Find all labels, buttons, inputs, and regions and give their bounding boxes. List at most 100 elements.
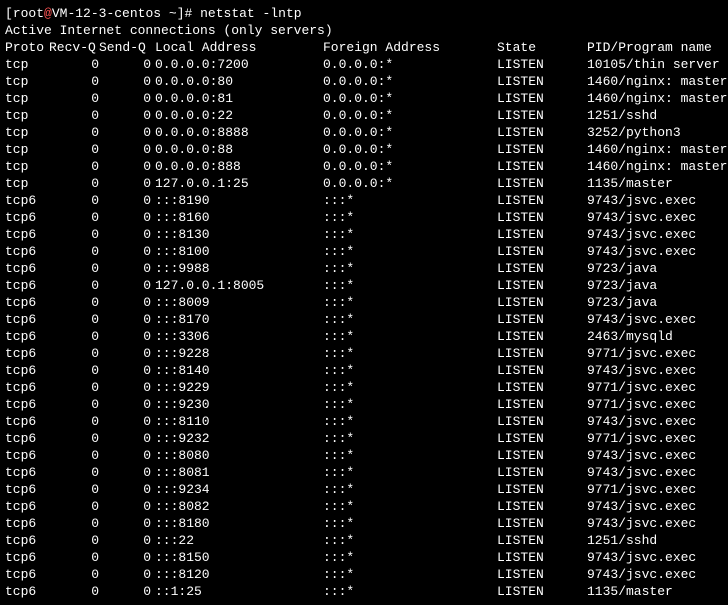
cell-state: LISTEN bbox=[497, 583, 587, 600]
cell-sendq: 0 bbox=[99, 294, 151, 311]
cell-sendq: 0 bbox=[99, 515, 151, 532]
table-row: tcp600:::8081:::*LISTEN9743/jsvc.exec bbox=[5, 464, 723, 481]
table-row: tcp600::1:25:::*LISTEN1135/master bbox=[5, 583, 723, 600]
col-sendq-header: Send-Q bbox=[99, 39, 151, 56]
col-recvq-header: Recv-Q bbox=[49, 39, 99, 56]
cell-pid: 9743/jsvc.exec bbox=[587, 209, 696, 226]
cell-foreign: :::* bbox=[323, 515, 497, 532]
cell-sendq: 0 bbox=[99, 56, 151, 73]
cell-sendq: 0 bbox=[99, 277, 151, 294]
cell-pid: 2463/mysqld bbox=[587, 328, 673, 345]
cell-state: LISTEN bbox=[497, 260, 587, 277]
cell-local: :::9232 bbox=[151, 430, 323, 447]
cell-proto: tcp6 bbox=[5, 583, 49, 600]
cell-pid: 9771/jsvc.exec bbox=[587, 430, 696, 447]
cell-foreign: 0.0.0.0:* bbox=[323, 175, 497, 192]
table-row: tcp600:::8170:::*LISTEN9743/jsvc.exec bbox=[5, 311, 723, 328]
cell-local: :::8140 bbox=[151, 362, 323, 379]
cell-state: LISTEN bbox=[497, 311, 587, 328]
cell-sendq: 0 bbox=[99, 379, 151, 396]
header-active: Active Internet connections (only server… bbox=[5, 22, 723, 39]
cell-foreign: 0.0.0.0:* bbox=[323, 107, 497, 124]
cell-proto: tcp6 bbox=[5, 328, 49, 345]
cell-sendq: 0 bbox=[99, 73, 151, 90]
cell-state: LISTEN bbox=[497, 124, 587, 141]
cell-recvq: 0 bbox=[49, 362, 99, 379]
cell-local: :::8009 bbox=[151, 294, 323, 311]
cell-state: LISTEN bbox=[497, 379, 587, 396]
cell-foreign: :::* bbox=[323, 328, 497, 345]
prompt-line[interactable]: [root@VM-12-3-centos ~]# netstat -lntp bbox=[5, 5, 723, 22]
cell-pid: 1251/sshd bbox=[587, 532, 657, 549]
at-icon: @ bbox=[44, 6, 52, 21]
cell-recvq: 0 bbox=[49, 515, 99, 532]
cell-pid: 9743/jsvc.exec bbox=[587, 226, 696, 243]
cell-recvq: 0 bbox=[49, 243, 99, 260]
cell-state: LISTEN bbox=[497, 515, 587, 532]
cell-local: :::22 bbox=[151, 532, 323, 549]
table-row: tcp600:::8082:::*LISTEN9743/jsvc.exec bbox=[5, 498, 723, 515]
cell-state: LISTEN bbox=[497, 481, 587, 498]
cell-recvq: 0 bbox=[49, 396, 99, 413]
cell-sendq: 0 bbox=[99, 158, 151, 175]
col-proto-header: Proto bbox=[5, 39, 49, 56]
cell-state: LISTEN bbox=[497, 464, 587, 481]
cell-recvq: 0 bbox=[49, 345, 99, 362]
cell-recvq: 0 bbox=[49, 430, 99, 447]
cell-sendq: 0 bbox=[99, 260, 151, 277]
cell-foreign: :::* bbox=[323, 549, 497, 566]
cell-foreign: 0.0.0.0:* bbox=[323, 90, 497, 107]
col-local-header: Local Address bbox=[151, 39, 323, 56]
cell-local: :::9988 bbox=[151, 260, 323, 277]
cell-state: LISTEN bbox=[497, 90, 587, 107]
cell-local: 0.0.0.0:22 bbox=[151, 107, 323, 124]
cell-sendq: 0 bbox=[99, 107, 151, 124]
cell-foreign: 0.0.0.0:* bbox=[323, 56, 497, 73]
cell-foreign: :::* bbox=[323, 464, 497, 481]
col-pid-header: PID/Program name bbox=[587, 39, 712, 56]
cell-foreign: :::* bbox=[323, 192, 497, 209]
cell-state: LISTEN bbox=[497, 447, 587, 464]
table-row: tcp600:::8160:::*LISTEN9743/jsvc.exec bbox=[5, 209, 723, 226]
cell-foreign: :::* bbox=[323, 260, 497, 277]
cell-recvq: 0 bbox=[49, 192, 99, 209]
cell-sendq: 0 bbox=[99, 345, 151, 362]
cell-pid: 9723/java bbox=[587, 260, 657, 277]
cell-proto: tcp6 bbox=[5, 209, 49, 226]
cell-state: LISTEN bbox=[497, 141, 587, 158]
cell-recvq: 0 bbox=[49, 464, 99, 481]
cell-local: :::3306 bbox=[151, 328, 323, 345]
cell-pid: 9723/java bbox=[587, 277, 657, 294]
cell-foreign: :::* bbox=[323, 345, 497, 362]
cell-proto: tcp6 bbox=[5, 430, 49, 447]
cell-sendq: 0 bbox=[99, 328, 151, 345]
cell-proto: tcp bbox=[5, 56, 49, 73]
cell-local: :::8082 bbox=[151, 498, 323, 515]
cell-proto: tcp bbox=[5, 73, 49, 90]
cell-recvq: 0 bbox=[49, 124, 99, 141]
cell-recvq: 0 bbox=[49, 141, 99, 158]
cell-sendq: 0 bbox=[99, 311, 151, 328]
cell-local: :::8081 bbox=[151, 464, 323, 481]
cell-local: :::8190 bbox=[151, 192, 323, 209]
cell-local: 0.0.0.0:7200 bbox=[151, 56, 323, 73]
cell-recvq: 0 bbox=[49, 498, 99, 515]
cell-foreign: :::* bbox=[323, 498, 497, 515]
cell-local: :::8130 bbox=[151, 226, 323, 243]
cell-local: :::8080 bbox=[151, 447, 323, 464]
cell-state: LISTEN bbox=[497, 294, 587, 311]
cell-pid: 1251/sshd bbox=[587, 107, 657, 124]
cell-foreign: 0.0.0.0:* bbox=[323, 158, 497, 175]
table-row: tcp00127.0.0.1:250.0.0.0:*LISTEN1135/mas… bbox=[5, 175, 723, 192]
cell-pid: 9743/jsvc.exec bbox=[587, 549, 696, 566]
cell-sendq: 0 bbox=[99, 209, 151, 226]
table-row: tcp600:::9234:::*LISTEN9771/jsvc.exec bbox=[5, 481, 723, 498]
table-row: tcp600:::8190:::*LISTEN9743/jsvc.exec bbox=[5, 192, 723, 209]
cell-foreign: :::* bbox=[323, 277, 497, 294]
cell-foreign: :::* bbox=[323, 396, 497, 413]
cell-recvq: 0 bbox=[49, 209, 99, 226]
cell-proto: tcp6 bbox=[5, 447, 49, 464]
table-row: tcp600:::8120:::*LISTEN9743/jsvc.exec bbox=[5, 566, 723, 583]
table-row: tcp000.0.0.0:810.0.0.0:*LISTEN1460/nginx… bbox=[5, 90, 723, 107]
cell-state: LISTEN bbox=[497, 175, 587, 192]
